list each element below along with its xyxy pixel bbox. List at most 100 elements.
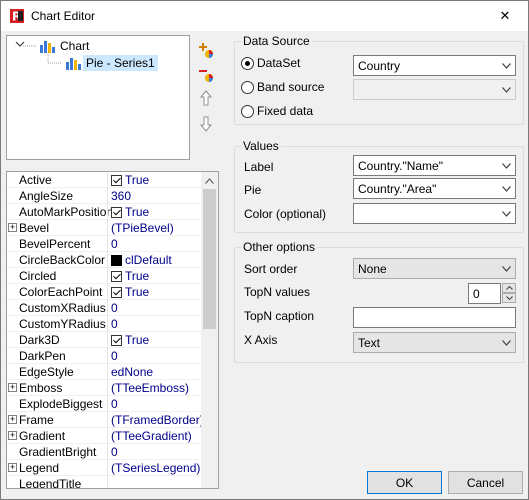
property-value[interactable]: 0 [111, 317, 118, 331]
ok-button[interactable]: OK [367, 471, 442, 494]
property-name: LegendTitle [19, 477, 82, 489]
topn-caption-input[interactable] [353, 307, 516, 328]
series-tree[interactable]: Chart Pie - Series1 [6, 35, 190, 160]
color-combo[interactable] [353, 203, 516, 224]
fixed-data-label: Fixed data [257, 104, 314, 118]
property-row[interactable]: ColorEachPoint True [7, 284, 203, 300]
property-row[interactable]: AngleSize 360 [7, 188, 203, 204]
property-row[interactable]: LegendTitle [7, 476, 203, 489]
property-value[interactable]: 0 [111, 397, 118, 411]
column-divider [107, 380, 108, 396]
property-row[interactable]: CustomYRadius 0 [7, 316, 203, 332]
expand-plus-icon[interactable]: + [8, 223, 17, 232]
expand-plus-icon[interactable]: + [8, 415, 17, 424]
sort-order-combo[interactable]: None [353, 258, 516, 279]
inspector-scrollbar[interactable] [201, 172, 218, 488]
tree-node-series-label: Pie - Series1 [83, 55, 158, 71]
band-source-combo[interactable] [353, 79, 516, 100]
property-name: EdgeStyle [19, 365, 74, 379]
band-source-radio[interactable]: Band source [241, 80, 324, 94]
topn-spinner[interactable] [502, 283, 516, 304]
series-chart-icon [65, 56, 81, 70]
close-button[interactable]: ✕ [482, 1, 528, 31]
expand-plus-icon[interactable]: + [8, 383, 17, 392]
property-value[interactable]: True [111, 333, 149, 347]
property-name: GradientBright [19, 445, 97, 459]
property-value[interactable]: 0 [111, 301, 118, 315]
topn-values-value: 0 [473, 286, 480, 301]
tree-node-series[interactable]: Pie - Series1 [65, 54, 158, 72]
property-row[interactable]: GradientBright 0 [7, 444, 203, 460]
add-series-button[interactable] [196, 41, 216, 61]
checkbox-checked-icon[interactable] [111, 270, 122, 282]
checkbox-checked-icon[interactable] [111, 206, 122, 218]
property-row[interactable]: BevelPercent 0 [7, 236, 203, 252]
dataset-radio-icon [241, 56, 254, 70]
property-value[interactable]: True [111, 269, 149, 283]
property-name: Gradient [19, 429, 66, 443]
property-value[interactable]: 0 [111, 445, 118, 459]
move-up-button[interactable] [196, 89, 216, 109]
property-row[interactable]: CustomXRadius 0 [7, 300, 203, 316]
expand-plus-icon[interactable]: + [8, 463, 17, 472]
property-value[interactable]: clDefault [111, 253, 172, 267]
property-row[interactable]: + Bevel (TPieBevel) [7, 220, 203, 236]
scroll-thumb[interactable] [203, 189, 216, 329]
property-row[interactable]: Circled True [7, 268, 203, 284]
property-value[interactable]: True [111, 285, 149, 299]
property-row[interactable]: AutoMarkPosition True [7, 204, 203, 220]
dataset-combo[interactable]: Country [353, 55, 516, 76]
property-row[interactable]: EdgeStyle edNone [7, 364, 203, 380]
property-row[interactable]: + Frame (TFramedBorder) [7, 412, 204, 428]
property-value[interactable]: (TFramedBorder) [111, 413, 204, 427]
spin-up-icon[interactable] [502, 283, 516, 293]
delete-series-button[interactable] [196, 65, 216, 85]
topn-caption-label: TopN caption [244, 309, 315, 323]
property-value[interactable]: True [111, 173, 149, 187]
property-value[interactable]: (TTeeEmboss) [111, 381, 189, 395]
property-row[interactable]: Active True [7, 172, 203, 188]
column-divider [107, 220, 108, 236]
checkbox-checked-icon[interactable] [111, 334, 122, 346]
label-combo[interactable]: Country."Name" [353, 155, 516, 176]
x-axis-combo[interactable]: Text [353, 332, 516, 353]
property-value[interactable]: 360 [111, 189, 131, 203]
property-name: DarkPen [19, 349, 66, 363]
property-value[interactable]: True [111, 205, 149, 219]
property-row[interactable]: + Legend (TSeriesLegend) [7, 460, 203, 476]
property-name: AutoMarkPosition [19, 205, 114, 219]
x-axis-value: Text [358, 335, 381, 350]
dataset-radio[interactable]: DataSet [241, 56, 300, 70]
property-row[interactable]: + Gradient (TTeeGradient) [7, 428, 203, 444]
property-value-text: True [125, 285, 150, 299]
add-series-icon [199, 43, 213, 58]
property-value[interactable]: 0 [111, 349, 118, 363]
fixed-data-radio[interactable]: Fixed data [241, 104, 313, 118]
property-value[interactable]: (TSeriesLegend) [111, 461, 200, 475]
move-down-button[interactable] [196, 113, 216, 133]
move-down-icon [199, 116, 213, 132]
column-divider [107, 364, 108, 380]
property-value-text: (TFramedBorder) [111, 413, 204, 427]
cancel-button[interactable]: Cancel [448, 471, 523, 494]
x-axis-label: X Axis [244, 333, 278, 347]
property-value[interactable]: edNone [111, 365, 153, 379]
expand-plus-icon[interactable]: + [8, 431, 17, 440]
pie-combo[interactable]: Country."Area" [353, 178, 516, 199]
topn-values-input[interactable]: 0 [468, 283, 501, 304]
property-row[interactable]: CircleBackColor clDefault [7, 252, 203, 268]
checkbox-checked-icon[interactable] [111, 286, 122, 298]
property-value[interactable]: 0 [111, 237, 118, 251]
property-inspector[interactable]: LegendTitle + Legend (TSeriesLegend) Gradien… [6, 171, 219, 489]
property-row[interactable]: Dark3D True [7, 332, 203, 348]
property-row[interactable]: ExplodeBiggest 0 [7, 396, 203, 412]
checkbox-checked-icon[interactable] [111, 174, 122, 186]
scroll-up-arrow-icon[interactable] [201, 172, 218, 189]
property-value[interactable]: (TTeeGradient) [111, 429, 192, 443]
tree-node-chart[interactable]: Chart [39, 37, 92, 55]
property-row[interactable]: + Emboss (TTeeEmboss) [7, 380, 203, 396]
property-row[interactable]: DarkPen 0 [7, 348, 203, 364]
spin-down-icon[interactable] [502, 293, 516, 303]
property-value[interactable]: (TPieBevel) [111, 221, 174, 235]
chevron-down-icon [497, 333, 515, 352]
